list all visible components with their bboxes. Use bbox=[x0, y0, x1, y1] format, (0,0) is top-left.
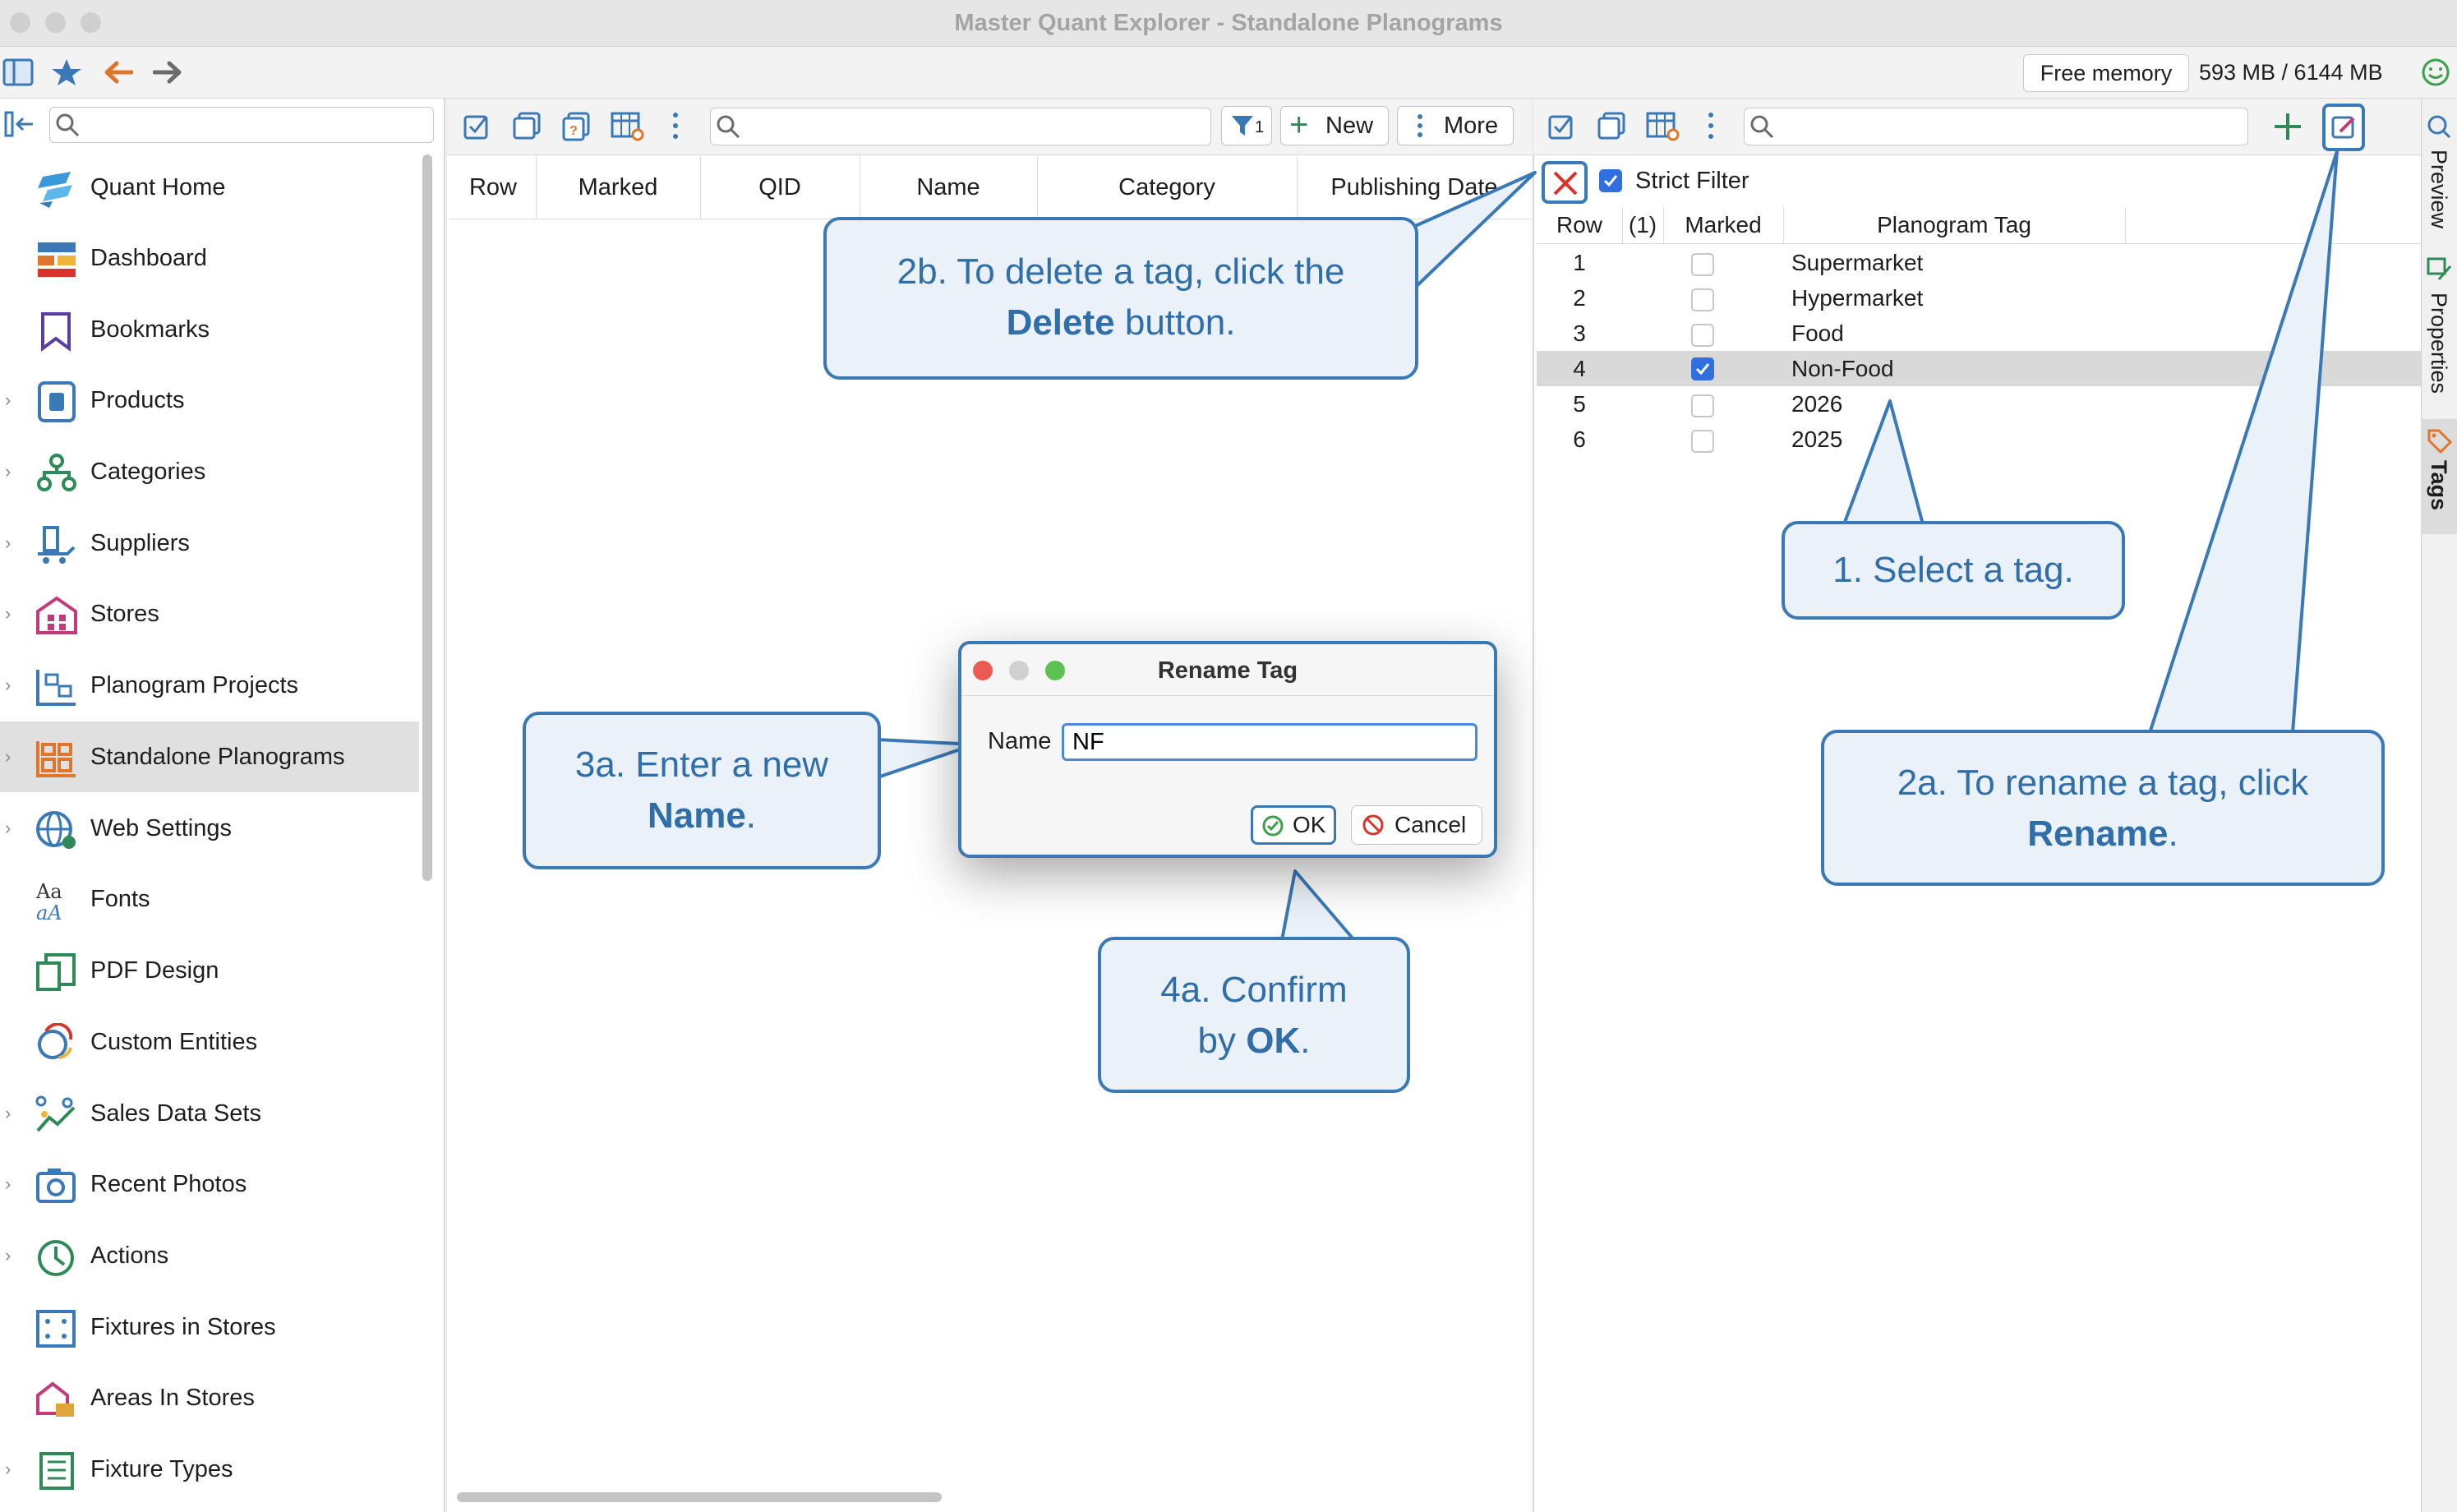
callout-4a-line2: by OK. bbox=[1101, 1016, 1407, 1067]
callout-4a-mid: by bbox=[1197, 1021, 1247, 1061]
cancel-button[interactable]: Cancel bbox=[1351, 805, 1482, 845]
callout-4a-pointer bbox=[1280, 869, 1356, 942]
check-circle-icon bbox=[1262, 815, 1284, 837]
callout-3a: 3a. Enter a new Name. bbox=[523, 712, 881, 869]
callout-2a-post: . bbox=[2168, 814, 2178, 854]
callout-2b-post: button. bbox=[1114, 302, 1236, 343]
callout-2b-line1: 2b. To delete a tag, click the bbox=[897, 251, 1345, 292]
ok-button-label: OK bbox=[1293, 812, 1326, 837]
cancel-icon bbox=[1362, 814, 1384, 836]
ok-button[interactable]: OK bbox=[1251, 805, 1336, 845]
callout-3a-bold: Name bbox=[647, 795, 746, 836]
callout-2b-line2: Delete button. bbox=[827, 297, 1415, 348]
dialog-title: Rename Tag bbox=[1157, 657, 1298, 684]
callout-2b-bold: Delete bbox=[1006, 302, 1115, 343]
callout-1-pointer bbox=[1842, 399, 1925, 526]
callout-2a-line2: Rename. bbox=[1824, 809, 2381, 860]
tag-name-input[interactable] bbox=[1062, 723, 1477, 761]
dialog-divider bbox=[961, 695, 1494, 696]
callout-2b-pointer bbox=[1412, 171, 1537, 288]
callout-3a-line1: 3a. Enter a new bbox=[574, 744, 829, 785]
callout-3a-post: . bbox=[745, 795, 757, 836]
callout-1: 1. Select a tag. bbox=[1782, 521, 2125, 620]
callout-4a-bold: OK bbox=[1246, 1021, 1301, 1061]
callout-2a-bold: Rename bbox=[2027, 814, 2169, 854]
name-label: Name bbox=[988, 728, 1052, 754]
callout-2a-pointer bbox=[2148, 150, 2339, 735]
rename-tag-dialog: Rename Tag Name OK Cancel bbox=[958, 641, 1497, 858]
callout-3a-line2: Name. bbox=[526, 791, 878, 841]
callout-2b: 2b. To delete a tag, click the Delete bu… bbox=[823, 217, 1418, 380]
callout-4a-post: . bbox=[1300, 1021, 1311, 1061]
callout-4a-line1: 4a. Confirm bbox=[1160, 970, 1348, 1010]
callout-2a: 2a. To rename a tag, click Rename. bbox=[1821, 730, 2385, 886]
callout-2a-line1: 2a. To rename a tag, click bbox=[1897, 763, 2309, 803]
callout-4a: 4a. Confirm by OK. bbox=[1098, 937, 1410, 1093]
cancel-button-label: Cancel bbox=[1394, 812, 1467, 837]
